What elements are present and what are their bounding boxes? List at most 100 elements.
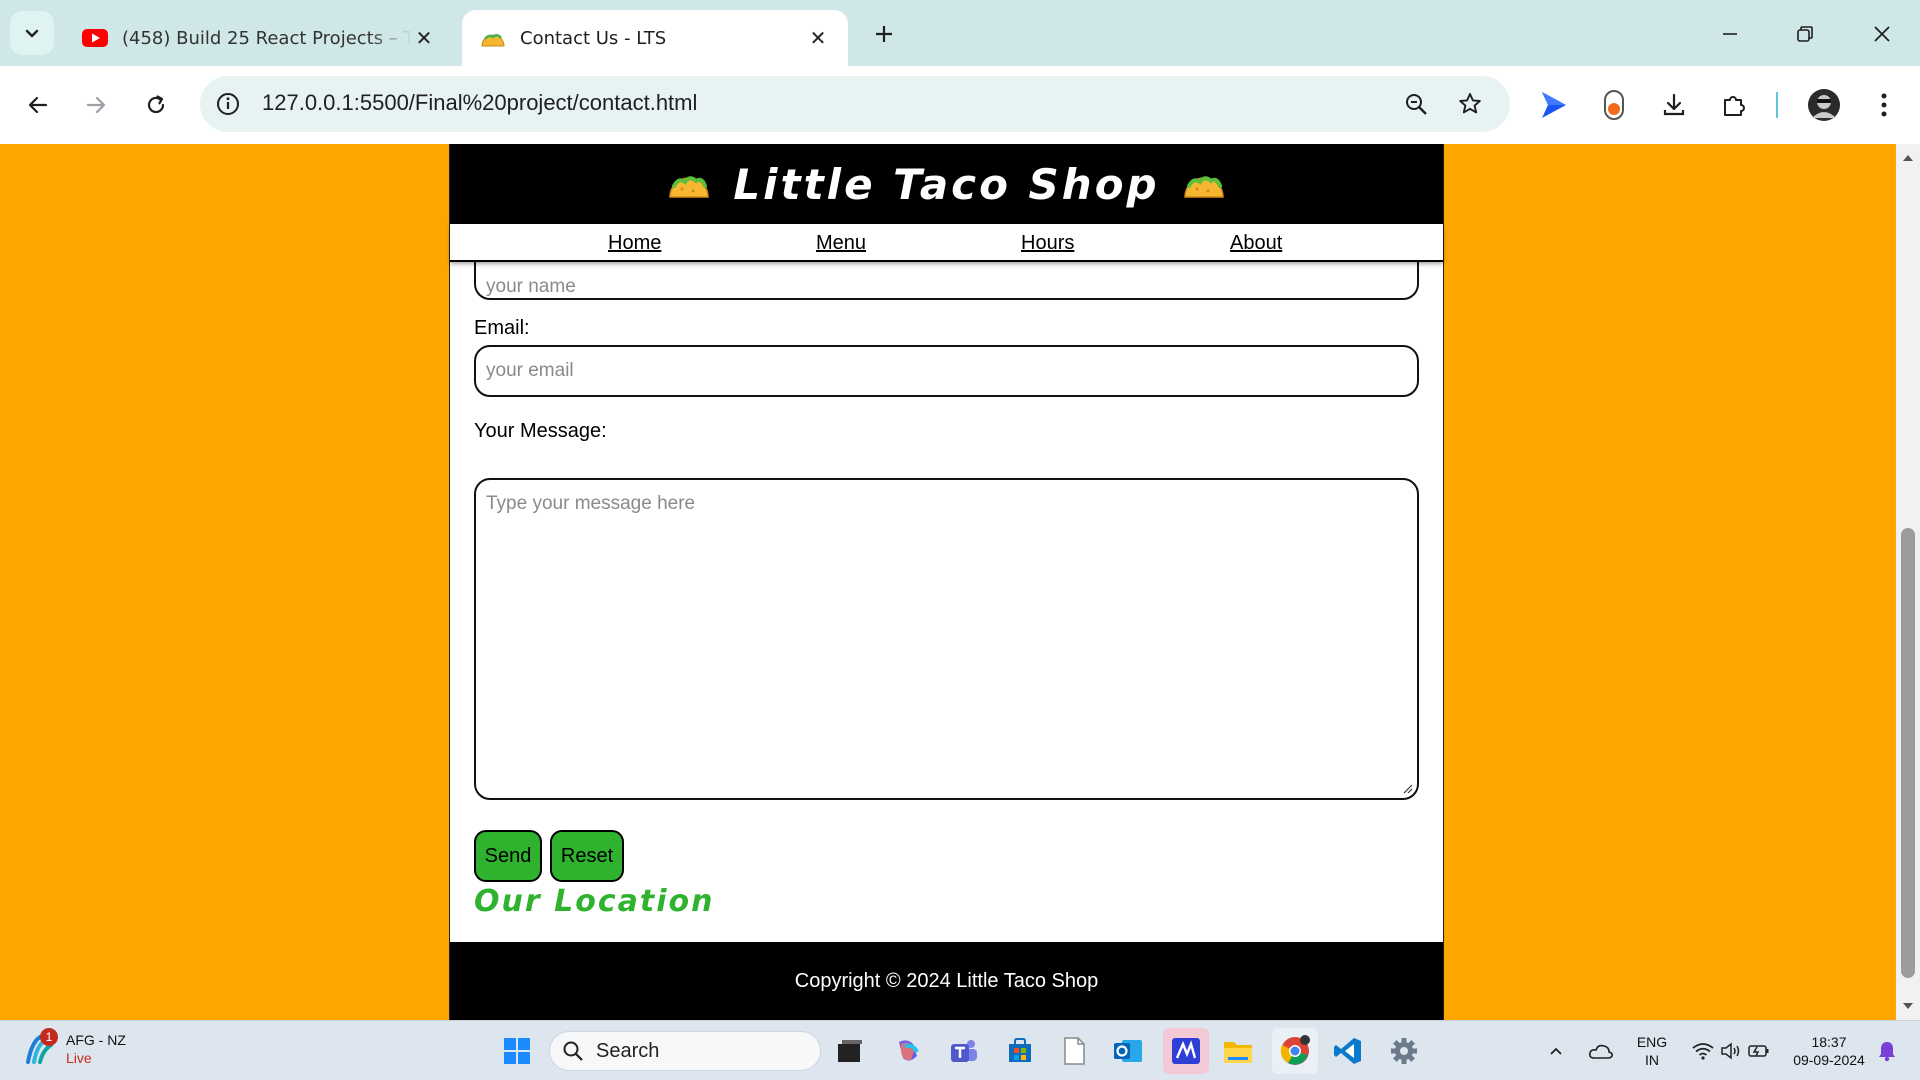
task-view-icon[interactable] <box>830 1031 870 1071</box>
message-placeholder: Type your message here <box>486 493 696 514</box>
url-text[interactable]: 127.0.0.1:5500/Final%20project/contact.h… <box>262 90 697 116</box>
onedrive-cloud-icon[interactable] <box>1584 1031 1618 1071</box>
name-placeholder: your name <box>486 276 576 297</box>
message-textarea[interactable]: Type your message here <box>474 478 1419 800</box>
widget-title: AFG - NZ <box>66 1032 126 1048</box>
minimize-icon <box>1723 33 1737 35</box>
store-icon[interactable] <box>1000 1031 1040 1071</box>
reload-icon <box>147 95 165 114</box>
tab-youtube[interactable]: (458) Build 25 React Projects – Tutorial… <box>64 10 454 66</box>
scroll-up-icon[interactable] <box>1900 150 1916 166</box>
tab-strip: (458) Build 25 React Projects – Tutorial… <box>0 0 1920 66</box>
address-bar[interactable]: 127.0.0.1:5500/Final%20project/contact.h… <box>200 76 1510 132</box>
notepad-icon[interactable] <box>1054 1031 1094 1071</box>
news-widget[interactable]: 1 AFG - NZ Live <box>22 1028 126 1067</box>
app-m-icon[interactable] <box>1163 1028 1209 1074</box>
notification-badge: 1 <box>40 1028 58 1046</box>
nav-link-about[interactable]: About <box>1230 232 1282 255</box>
arrow-right-icon <box>86 96 106 114</box>
footer-copyright: Copyright © 2024 Little Taco Shop <box>794 969 1099 992</box>
outlook-icon[interactable] <box>1108 1031 1148 1071</box>
extensions-puzzle-icon[interactable] <box>1714 85 1754 125</box>
clock[interactable]: 18:37 09-09-2024 <box>1782 1033 1876 1069</box>
taskbar: 1 AFG - NZ Live Search ENG IN 18:37 09-0… <box>0 1020 1920 1080</box>
taco-icon <box>480 28 506 48</box>
extension-play-icon[interactable] <box>1534 85 1574 125</box>
chrome-icon[interactable] <box>1272 1028 1318 1074</box>
reload-button[interactable] <box>134 83 178 127</box>
windows-start-icon[interactable] <box>497 1031 537 1071</box>
back-button[interactable] <box>16 83 60 127</box>
nav-link-hours[interactable]: Hours <box>1021 232 1074 255</box>
taskbar-search-box[interactable]: Search <box>549 1031 821 1071</box>
clock-date: 09-09-2024 <box>1793 1052 1865 1068</box>
language-indicator[interactable]: ENG IN <box>1630 1033 1674 1069</box>
download-icon[interactable] <box>1654 85 1694 125</box>
scroll-down-icon[interactable] <box>1900 998 1916 1014</box>
language-code: ENG <box>1636 1034 1668 1050</box>
notification-bell-icon[interactable] <box>1872 1031 1902 1071</box>
nav-link-home[interactable]: Home <box>608 232 661 255</box>
settings-gear-icon[interactable] <box>1384 1031 1424 1071</box>
youtube-icon <box>82 28 108 48</box>
file-explorer-icon[interactable] <box>1218 1031 1258 1071</box>
battery-icon <box>1748 1045 1769 1057</box>
new-tab-button[interactable] <box>866 16 902 52</box>
restore-button[interactable] <box>1775 12 1835 56</box>
site-title: Little Taco Shop <box>733 159 1160 209</box>
menu-kebab-icon[interactable] <box>1864 85 1904 125</box>
close-icon <box>1874 26 1890 42</box>
site-nav: Home Menu Hours About <box>450 224 1443 262</box>
email-input[interactable]: your email <box>474 345 1419 397</box>
tab-title: (458) Build 25 React Projects – Tutorial <box>122 27 412 49</box>
reset-label: Reset <box>560 844 614 867</box>
copilot-icon[interactable] <box>888 1031 928 1071</box>
cricket-widget-icon: 1 <box>22 1028 58 1066</box>
volume-icon <box>1721 1042 1740 1060</box>
vscode-icon[interactable] <box>1328 1031 1368 1071</box>
page-container: your name Email: your email Your Message… <box>449 144 1444 1020</box>
page-viewport: your name Email: your email Your Message… <box>0 144 1896 1020</box>
arrow-left-icon <box>28 96 48 114</box>
send-button[interactable]: Send <box>474 830 542 882</box>
tab-title: Contact Us - LTS <box>520 27 667 49</box>
tab-contact-us[interactable]: Contact Us - LTS ✕ <box>462 10 848 66</box>
search-label: Search <box>596 1039 660 1062</box>
browser-toolbar: 127.0.0.1:5500/Final%20project/contact.h… <box>0 66 1920 144</box>
wifi-icon <box>1692 1043 1714 1060</box>
toolbar-divider <box>1776 92 1778 118</box>
minimize-button[interactable] <box>1700 12 1760 56</box>
tab-search-button[interactable] <box>10 11 54 55</box>
send-label: Send <box>484 844 532 867</box>
nav-link-menu[interactable]: Menu <box>816 232 866 255</box>
contact-form: your name Email: your email Your Message… <box>450 144 1443 934</box>
reset-button[interactable]: Reset <box>550 830 624 882</box>
restore-icon <box>1797 26 1813 42</box>
chevron-up-icon[interactable] <box>1542 1031 1570 1071</box>
taco-icon <box>1183 176 1224 198</box>
resize-grip-icon[interactable] <box>1401 782 1413 794</box>
teams-icon[interactable] <box>944 1031 984 1071</box>
info-icon[interactable] <box>214 90 242 118</box>
extension-capsule-icon[interactable] <box>1594 85 1634 125</box>
bookmark-star-icon[interactable] <box>1454 88 1486 120</box>
email-label: Email: <box>474 317 530 339</box>
search-icon <box>563 1041 583 1061</box>
forward-button[interactable] <box>74 83 118 127</box>
page-scrollbar[interactable] <box>1896 144 1920 1020</box>
widget-status: Live <box>66 1050 92 1066</box>
taco-icon <box>669 176 710 198</box>
site-footer: Copyright © 2024 Little Taco Shop <box>450 942 1443 1020</box>
message-label: Your Message: <box>474 420 607 442</box>
close-icon[interactable]: ✕ <box>806 26 830 50</box>
close-window-button[interactable] <box>1852 12 1912 56</box>
chevron-down-icon <box>25 29 39 38</box>
profile-avatar[interactable] <box>1804 85 1844 125</box>
plus-icon <box>876 26 892 42</box>
email-placeholder: your email <box>486 360 574 381</box>
system-tray-status[interactable] <box>1686 1031 1776 1071</box>
zoom-icon[interactable] <box>1400 88 1432 120</box>
close-icon[interactable]: ✕ <box>412 26 436 50</box>
location-heading: Our Location <box>474 884 715 919</box>
scrollbar-thumb[interactable] <box>1901 528 1915 978</box>
